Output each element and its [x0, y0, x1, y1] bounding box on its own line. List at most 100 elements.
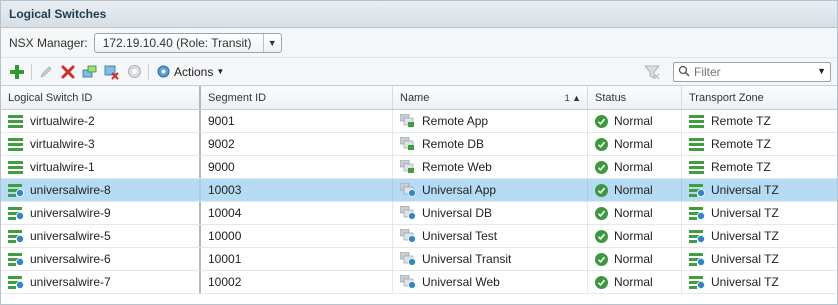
transport-zone-icon	[689, 160, 705, 174]
status-text: Normal	[614, 229, 653, 243]
cell-transport-zone: Universal TZ	[682, 271, 837, 293]
segment-id-text: 10001	[208, 252, 242, 266]
cell-status: Normal	[588, 225, 682, 247]
status-text: Normal	[614, 183, 653, 197]
grid-header: Logical Switch ID Segment ID Name 1 ▲ St…	[1, 86, 837, 110]
table-row[interactable]: virtualwire-2 9001 Remote App Normal Remote …	[1, 110, 837, 133]
disabled-icon[interactable]	[126, 64, 142, 80]
edit-icon[interactable]	[38, 64, 54, 80]
filter-input[interactable]	[690, 65, 808, 79]
gear-icon	[155, 64, 171, 80]
cell-name: Universal DB	[393, 202, 588, 224]
status-text: Normal	[614, 275, 653, 289]
column-header-segment-id[interactable]: Segment ID	[201, 86, 393, 109]
add-icon[interactable]	[9, 64, 25, 80]
table-row[interactable]: universalwire-9 10004 Universal DB Normal Un…	[1, 202, 837, 225]
universal-segment-icon	[399, 182, 416, 197]
segment-id-text: 10000	[208, 229, 242, 243]
segment-id-text: 10002	[208, 275, 242, 289]
cell-status: Normal	[588, 248, 682, 270]
checkmark-icon	[595, 206, 608, 220]
actions-menu-button[interactable]: Actions ▼	[155, 64, 224, 80]
universal-segment-icon	[399, 228, 416, 243]
cell-transport-zone: Remote TZ	[682, 156, 837, 178]
actions-label: Actions	[174, 64, 214, 79]
checkmark-icon	[595, 137, 608, 151]
chevron-down-icon[interactable]: ▼	[262, 33, 281, 52]
cell-status: Normal	[588, 202, 682, 224]
column-header-label: Name	[400, 91, 430, 104]
checkmark-icon	[595, 275, 608, 289]
name-text: Universal Web	[422, 275, 500, 289]
status-text: Normal	[614, 206, 653, 220]
cell-segment-id: 10004	[201, 202, 393, 224]
column-header-status[interactable]: Status	[588, 86, 682, 109]
logical-switch-id-text: universalwire-6	[30, 252, 111, 266]
chevron-down-icon[interactable]: ▼	[817, 66, 826, 76]
logical-switch-id-text: virtualwire-1	[30, 160, 95, 174]
cell-segment-id: 10002	[201, 271, 393, 293]
cell-name: Universal App	[393, 179, 588, 201]
cell-logical-switch-id: universalwire-9	[1, 202, 201, 224]
logical-switch-id-text: universalwire-8	[30, 183, 111, 197]
sort-ascending-icon: 1 ▲	[564, 92, 581, 103]
name-text: Universal Test	[422, 229, 498, 243]
checkmark-icon	[595, 252, 608, 266]
table-row[interactable]: universalwire-7 10002 Universal Web Normal U…	[1, 271, 837, 294]
cell-status: Normal	[588, 133, 682, 155]
column-header-label: Logical Switch ID	[8, 91, 93, 104]
name-text: Universal DB	[422, 206, 493, 220]
remove-icon[interactable]	[104, 64, 120, 80]
toolbar-divider	[31, 63, 32, 80]
transport-zone-text: Universal TZ	[711, 275, 779, 289]
column-header-name[interactable]: Name 1 ▲	[393, 86, 588, 109]
table-row[interactable]: universalwire-5 10000 Universal Test Normal…	[1, 225, 837, 248]
universal-transport-zone-icon	[689, 229, 705, 243]
cell-name: Remote App	[393, 110, 588, 132]
segment-id-text: 9000	[208, 160, 235, 174]
name-text: Remote DB	[422, 137, 485, 151]
chevron-down-icon: ▼	[216, 67, 225, 76]
column-header-transport-zone[interactable]: Transport Zone	[682, 86, 837, 109]
table-row[interactable]: universalwire-8 10003 Universal App Normal U…	[1, 179, 837, 202]
search-icon	[678, 65, 690, 80]
column-header-label: Segment ID	[208, 91, 267, 104]
universal-switch-icon	[8, 252, 24, 266]
universal-transport-zone-icon	[689, 183, 705, 197]
table-row[interactable]: virtualwire-3 9002 Remote DB Normal Remote T…	[1, 133, 837, 156]
universal-segment-icon	[399, 251, 416, 266]
nsx-manager-label: NSX Manager:	[9, 35, 88, 50]
universal-switch-icon	[8, 275, 24, 289]
delete-icon[interactable]	[60, 64, 76, 80]
name-text: Universal Transit	[422, 252, 512, 266]
column-header-label: Status	[595, 91, 627, 104]
filter-funnel-icon[interactable]	[643, 63, 661, 81]
segment-id-text: 10003	[208, 183, 242, 197]
cell-status: Normal	[588, 110, 682, 132]
nsx-manager-value: 172.19.10.40 (Role: Transit)	[102, 35, 252, 50]
transport-zone-text: Universal TZ	[711, 229, 779, 243]
column-header-logical-switch-id[interactable]: Logical Switch ID	[1, 86, 201, 109]
filter-input-box[interactable]: ▼	[673, 62, 831, 82]
table-row[interactable]: virtualwire-1 9000 Remote Web Normal Remote …	[1, 156, 837, 179]
cell-logical-switch-id: virtualwire-2	[1, 110, 201, 132]
logical-switch-id-text: virtualwire-3	[30, 137, 95, 151]
name-text: Universal App	[422, 183, 497, 197]
cell-segment-id: 9000	[201, 156, 393, 178]
logical-switch-icon	[8, 114, 24, 128]
name-text: Remote Web	[422, 160, 492, 174]
segment-id-text: 9001	[208, 114, 235, 128]
logical-switch-icon	[8, 137, 24, 151]
cell-transport-zone: Remote TZ	[682, 110, 837, 132]
logical-switch-id-text: universalwire-9	[30, 206, 111, 220]
cell-transport-zone: Universal TZ	[682, 179, 837, 201]
cell-name: Universal Test	[393, 225, 588, 247]
nsx-manager-row: NSX Manager: 172.19.10.40 (Role: Transit…	[1, 28, 837, 58]
nsx-manager-select[interactable]: 172.19.10.40 (Role: Transit) ▼	[93, 32, 282, 53]
status-text: Normal	[614, 137, 653, 151]
logical-switches-panel: Logical Switches NSX Manager: 172.19.10.…	[0, 0, 838, 305]
move-icon[interactable]	[82, 64, 98, 80]
cell-logical-switch-id: virtualwire-3	[1, 133, 201, 155]
table-row[interactable]: universalwire-6 10001 Universal Transit Nor…	[1, 248, 837, 271]
panel-title-text: Logical Switches	[9, 7, 107, 21]
